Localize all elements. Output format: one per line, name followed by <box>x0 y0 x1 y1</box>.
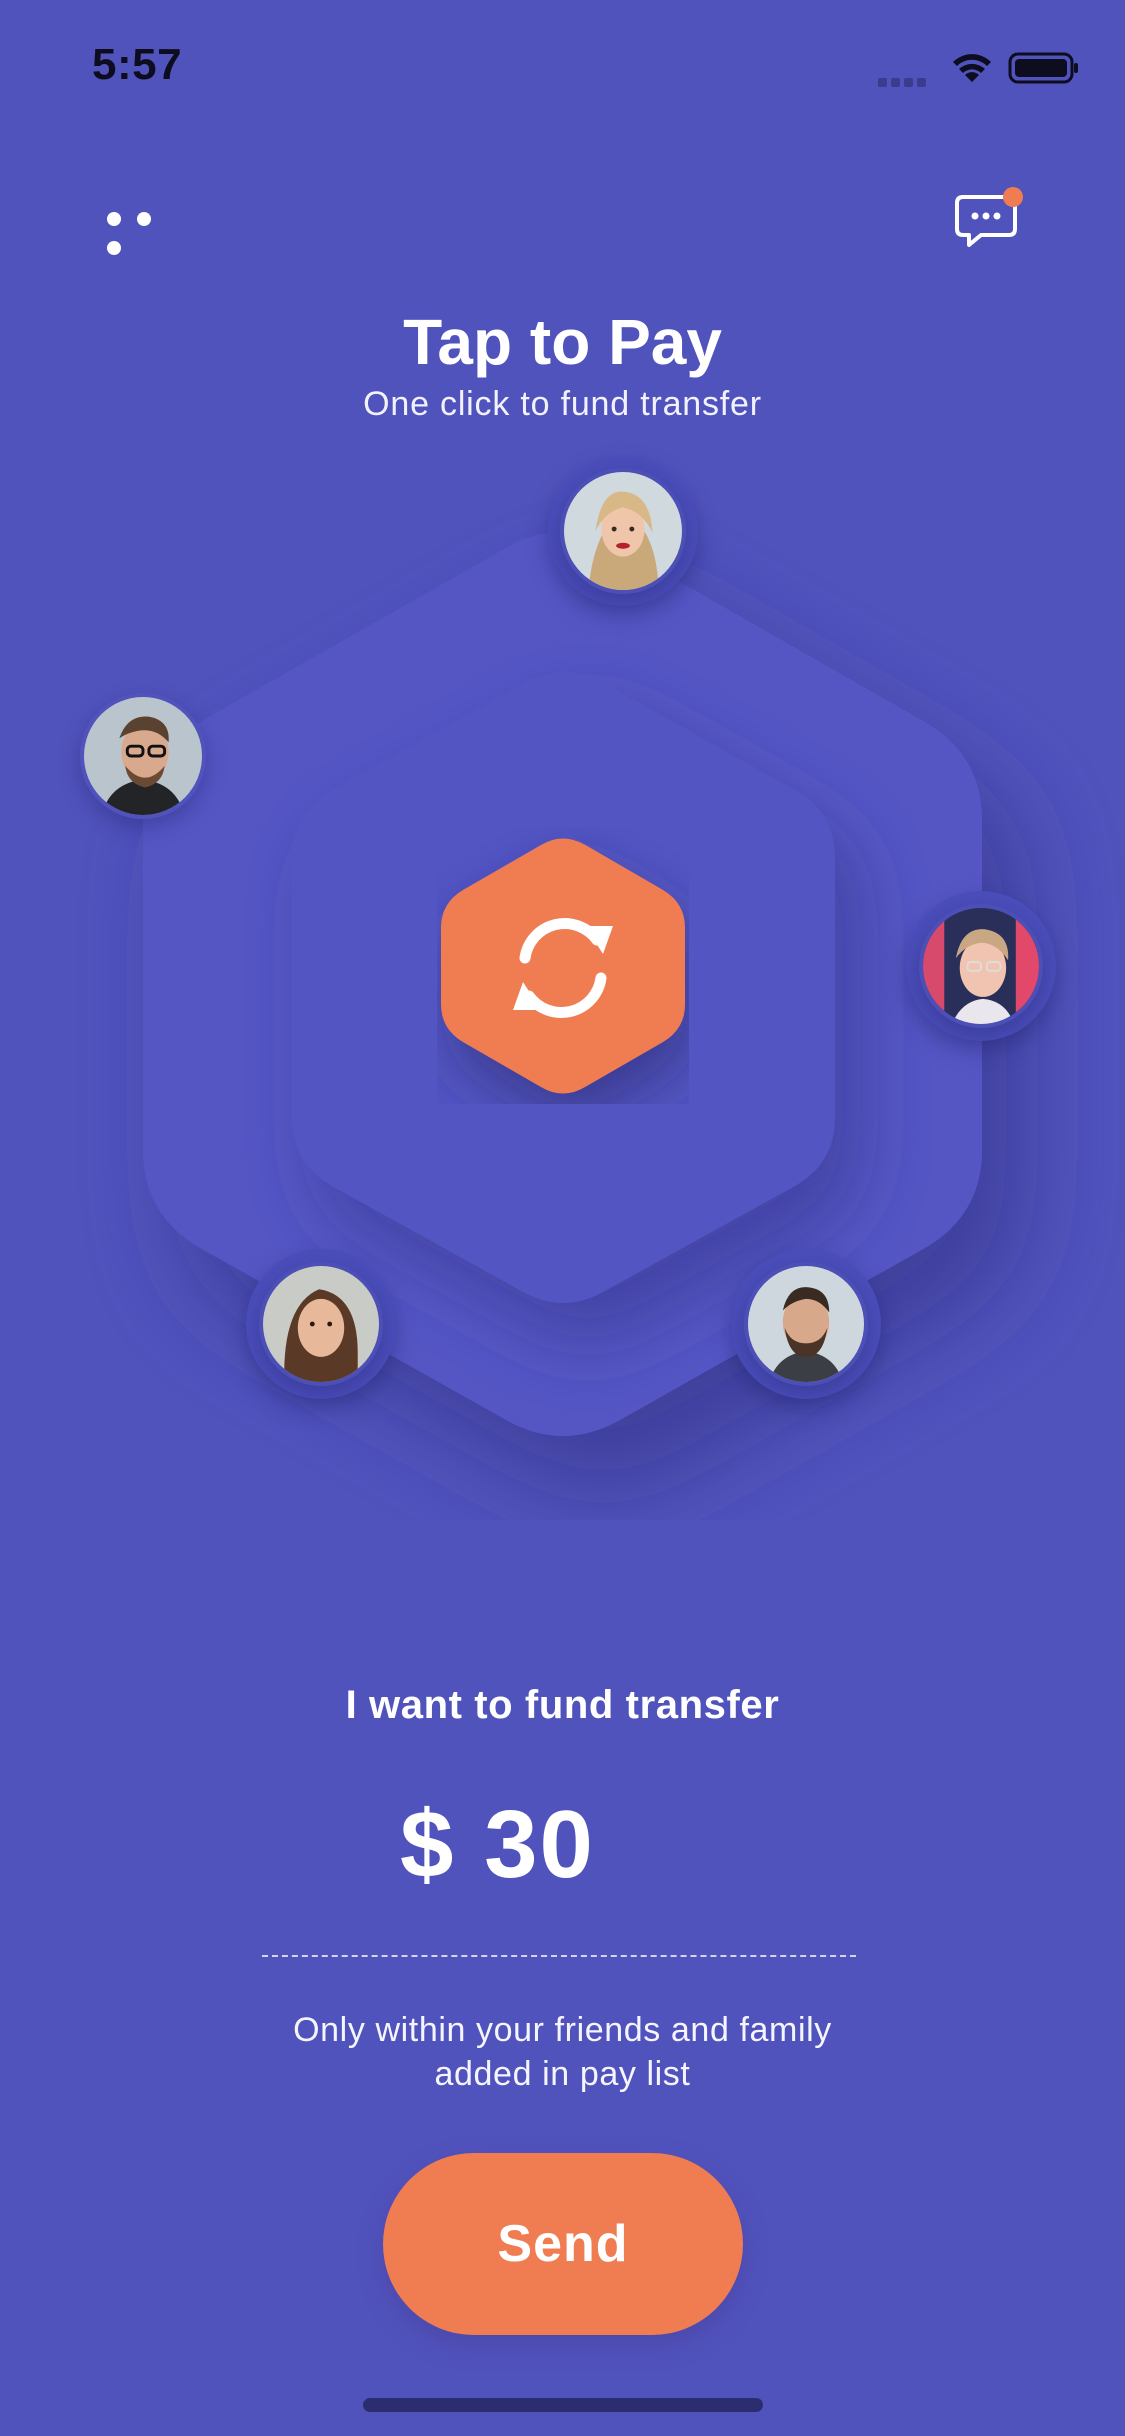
avatar <box>919 904 1043 1028</box>
amount-input[interactable]: $ 30 <box>400 1790 595 1900</box>
contact-bottom-left[interactable] <box>246 1249 396 1399</box>
amount-underline <box>262 1955 856 1957</box>
fund-transfer-label: I want to fund transfer <box>345 1683 780 1727</box>
page-subtitle: One click to fund transfer <box>363 385 762 423</box>
send-button[interactable]: Send <box>383 2153 743 2335</box>
pay-list-note: Only within your friends and family adde… <box>0 2008 1125 2096</box>
battery-icon <box>1008 50 1080 86</box>
chat-bubble-icon[interactable] <box>955 185 1025 255</box>
avatar <box>744 1262 868 1386</box>
status-time: 5:57 <box>92 40 183 89</box>
menu-dots-icon[interactable] <box>100 205 160 265</box>
avatar <box>80 693 206 819</box>
page-title: Tap to Pay <box>403 306 722 378</box>
wifi-icon <box>950 50 994 86</box>
contact-bottom-right[interactable] <box>731 1249 881 1399</box>
contact-right[interactable] <box>906 891 1056 1041</box>
avatar <box>560 468 686 594</box>
notification-dot <box>1003 187 1023 207</box>
home-indicator[interactable] <box>363 2398 763 2412</box>
avatar <box>259 1262 383 1386</box>
cellular-signal-icon <box>878 74 936 87</box>
note-line-1: Only within your friends and family <box>293 2011 832 2049</box>
note-line-2: added in pay list <box>434 2055 691 2093</box>
refresh-button[interactable] <box>437 828 689 1104</box>
contact-top[interactable] <box>548 456 698 606</box>
contact-left[interactable] <box>68 681 218 831</box>
